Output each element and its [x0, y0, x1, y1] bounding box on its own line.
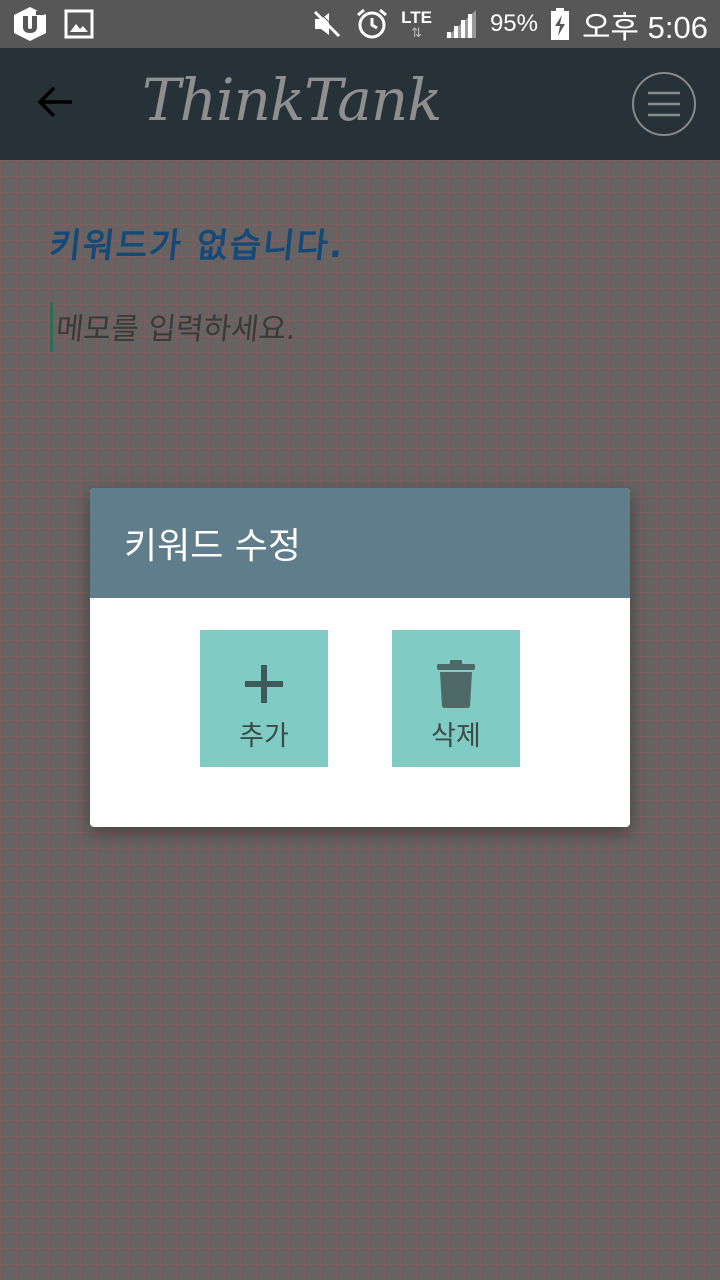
app-title: ThinkTank — [142, 66, 442, 134]
u-plus-icon — [10, 5, 50, 43]
mute-icon — [311, 9, 343, 39]
dialog-title: 키워드 수정 — [124, 526, 302, 567]
status-right: LTE ⇅ 95% 오후 5:06 — [311, 2, 708, 47]
keyword-heading[interactable]: 키워드가 없습니다. — [47, 218, 347, 267]
signal-icon — [444, 8, 478, 40]
menu-button[interactable] — [632, 72, 696, 136]
delete-keyword-button[interactable]: 삭제 — [392, 630, 520, 767]
add-keyword-button[interactable]: 추가 — [200, 630, 328, 767]
alarm-icon — [355, 7, 389, 41]
app-bar: ThinkTank — [0, 48, 720, 160]
memo-input[interactable] — [53, 308, 619, 350]
dialog-header: 키워드 수정 — [90, 488, 630, 598]
edit-keyword-dialog: 키워드 수정 추가 삭제 — [90, 488, 630, 827]
gallery-icon — [64, 9, 94, 39]
status-left — [10, 5, 94, 43]
battery-percent: 95% — [489, 10, 538, 37]
data-arrows-icon: ⇅ — [411, 25, 422, 41]
plus-icon — [243, 660, 285, 708]
screen: LTE ⇅ 95% 오후 5:06 ThinkTank 키워드가 없습니다. 메… — [0, 0, 720, 1280]
battery-charging-icon — [550, 7, 570, 41]
delete-button-label: 삭제 — [431, 721, 481, 752]
clock: 오후 5:06 — [582, 9, 708, 45]
lte-icon: LTE ⇅ — [401, 9, 432, 40]
back-arrow-icon — [37, 86, 72, 118]
network-type: LTE — [401, 7, 432, 27]
back-button[interactable] — [26, 72, 86, 132]
trash-icon — [436, 660, 476, 708]
status-bar: LTE ⇅ 95% 오후 5:06 — [0, 0, 720, 48]
menu-icon — [648, 91, 680, 117]
add-button-label: 추가 — [239, 721, 289, 752]
text-cursor — [50, 302, 53, 352]
